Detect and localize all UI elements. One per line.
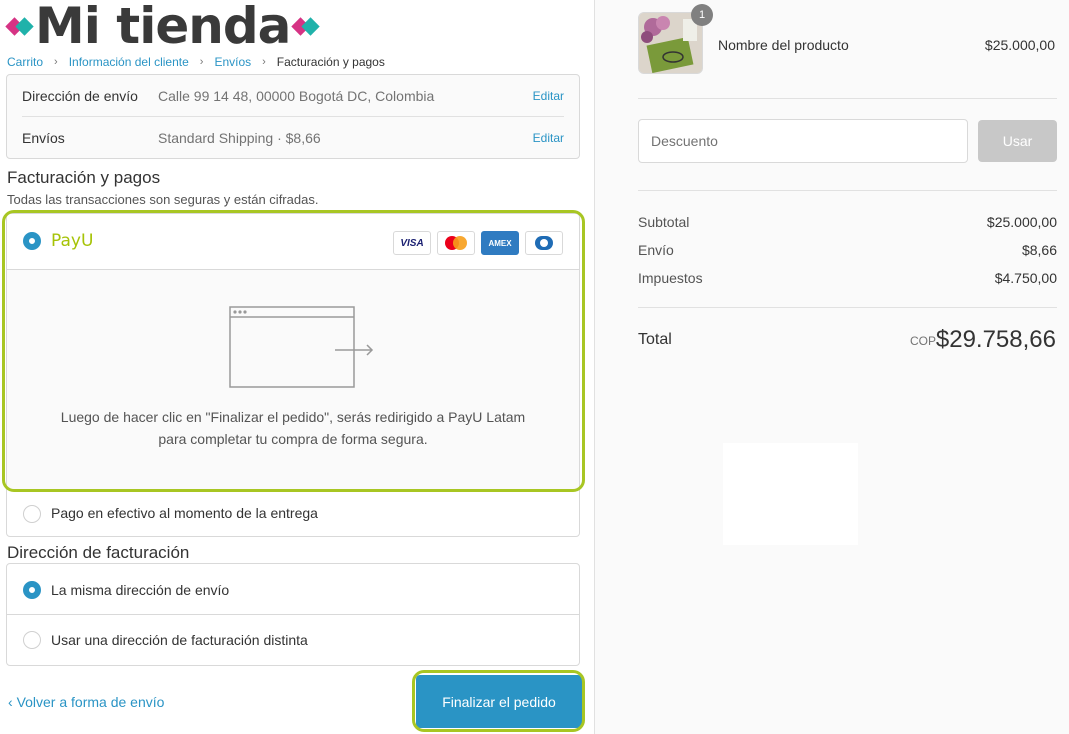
diners-icon [525,231,563,255]
divider [638,98,1057,99]
chevron-left-icon: ‹ [8,694,13,710]
review-box: Dirección de envío Calle 99 14 48, 00000… [6,74,580,159]
blank-panel [723,443,858,545]
billing-different-label: Usar una dirección de facturación distin… [51,632,308,648]
edit-shipping-link[interactable]: Editar [533,131,564,145]
breadcrumb-current: Facturación y pagos [276,55,385,69]
shipping-method-value: Standard Shipping · $8,66 [158,130,321,146]
payu-option[interactable]: PayU VISA AMEX [7,214,579,270]
billing-section-title: Dirección de facturación [7,543,190,562]
subtotal-label: Subtotal [638,214,690,230]
back-label: Volver a forma de envío [16,694,165,710]
shipping-value: $8,66 [1021,242,1057,258]
billing-different-option[interactable]: Usar una dirección de facturación distin… [7,615,579,666]
divider [638,307,1057,308]
billing-same-label: La misma dirección de envío [51,582,230,598]
chevron-right-icon: › [199,56,204,68]
taxes-value: $4.750,00 [994,270,1057,286]
billing-same-radio[interactable] [23,581,41,599]
billing-different-radio[interactable] [23,631,41,649]
cash-on-delivery-option[interactable]: Pago en efectivo al momento de la entreg… [7,490,579,538]
logo-diamond-icon-right [291,16,321,36]
payment-methods: PayU VISA AMEX Luego de hacer clic en "F… [6,213,580,537]
back-to-shipping-link[interactable]: ‹ Volver a forma de envío [8,694,164,710]
shipping-row: Envío $8,66 [638,242,1057,258]
shipping-method-row: Envíos Standard Shipping · $8,66 Editar [22,117,564,159]
checkout-main: Mi tienda Carrito › Información del clie… [0,0,594,734]
taxes-label: Impuestos [638,270,703,286]
visa-icon: VISA [393,231,431,255]
breadcrumb-cart[interactable]: Carrito [7,55,43,69]
browser-redirect-icon [229,306,374,388]
divider [638,190,1057,191]
total-label: Total [638,331,672,348]
billing-same-option[interactable]: La misma dirección de envío [7,564,579,615]
subtotal-value: $25.000,00 [986,214,1057,230]
payment-section-title: Facturación y pagos [7,168,161,187]
breadcrumb: Carrito › Información del cliente › Enví… [7,55,385,69]
total-value: $29.758,66 [935,326,1056,353]
breadcrumb-shipping[interactable]: Envíos [214,55,251,69]
billing-options: La misma dirección de envío Usar una dir… [6,563,580,666]
shipping-method-label: Envíos [22,130,65,146]
mastercard-icon [437,231,475,255]
redirect-notice: Luego de hacer clic en "Finalizar el ped… [60,409,526,447]
total-currency: COP [910,334,937,348]
shipping-label: Envío [638,242,674,258]
cash-radio[interactable] [23,505,41,523]
amex-icon: AMEX [481,231,519,255]
subtotal-row: Subtotal $25.000,00 [638,214,1057,230]
store-name: Mi tienda [35,0,291,55]
payu-radio[interactable] [23,232,41,250]
shipping-address-label: Dirección de envío [22,87,138,104]
payment-subtitle: Todas las transacciones son seguras y es… [7,192,319,207]
payu-logo: PayU [51,231,94,251]
product-price: $25.000,00 [984,37,1055,53]
taxes-row: Impuestos $4.750,00 [638,270,1057,286]
quantity-badge: 1 [691,4,713,26]
payu-details: Luego de hacer clic en "Finalizar el ped… [7,270,579,490]
breadcrumb-customer-info[interactable]: Información del cliente [69,55,189,69]
finish-order-button[interactable]: Finalizar el pedido [416,675,582,728]
apply-discount-button[interactable]: Usar [978,120,1057,162]
discount-input[interactable] [638,119,968,163]
chevron-right-icon: › [262,56,266,68]
card-logos: VISA AMEX [393,231,563,255]
cash-label: Pago en efectivo al momento de la entreg… [51,505,318,521]
shipping-address-row: Dirección de envío Calle 99 14 48, 00000… [22,75,564,117]
edit-address-link[interactable]: Editar [533,89,564,103]
product-name: Nombre del producto [718,37,849,53]
order-summary: 1 Nombre del producto $25.000,00 Usar Su… [594,0,1069,734]
chevron-right-icon: › [54,56,58,68]
store-logo[interactable]: Mi tienda [5,0,321,55]
logo-diamond-icon-left [5,16,34,36]
shipping-address-value: Calle 99 14 48, 00000 Bogotá DC, Colombi… [158,87,435,104]
